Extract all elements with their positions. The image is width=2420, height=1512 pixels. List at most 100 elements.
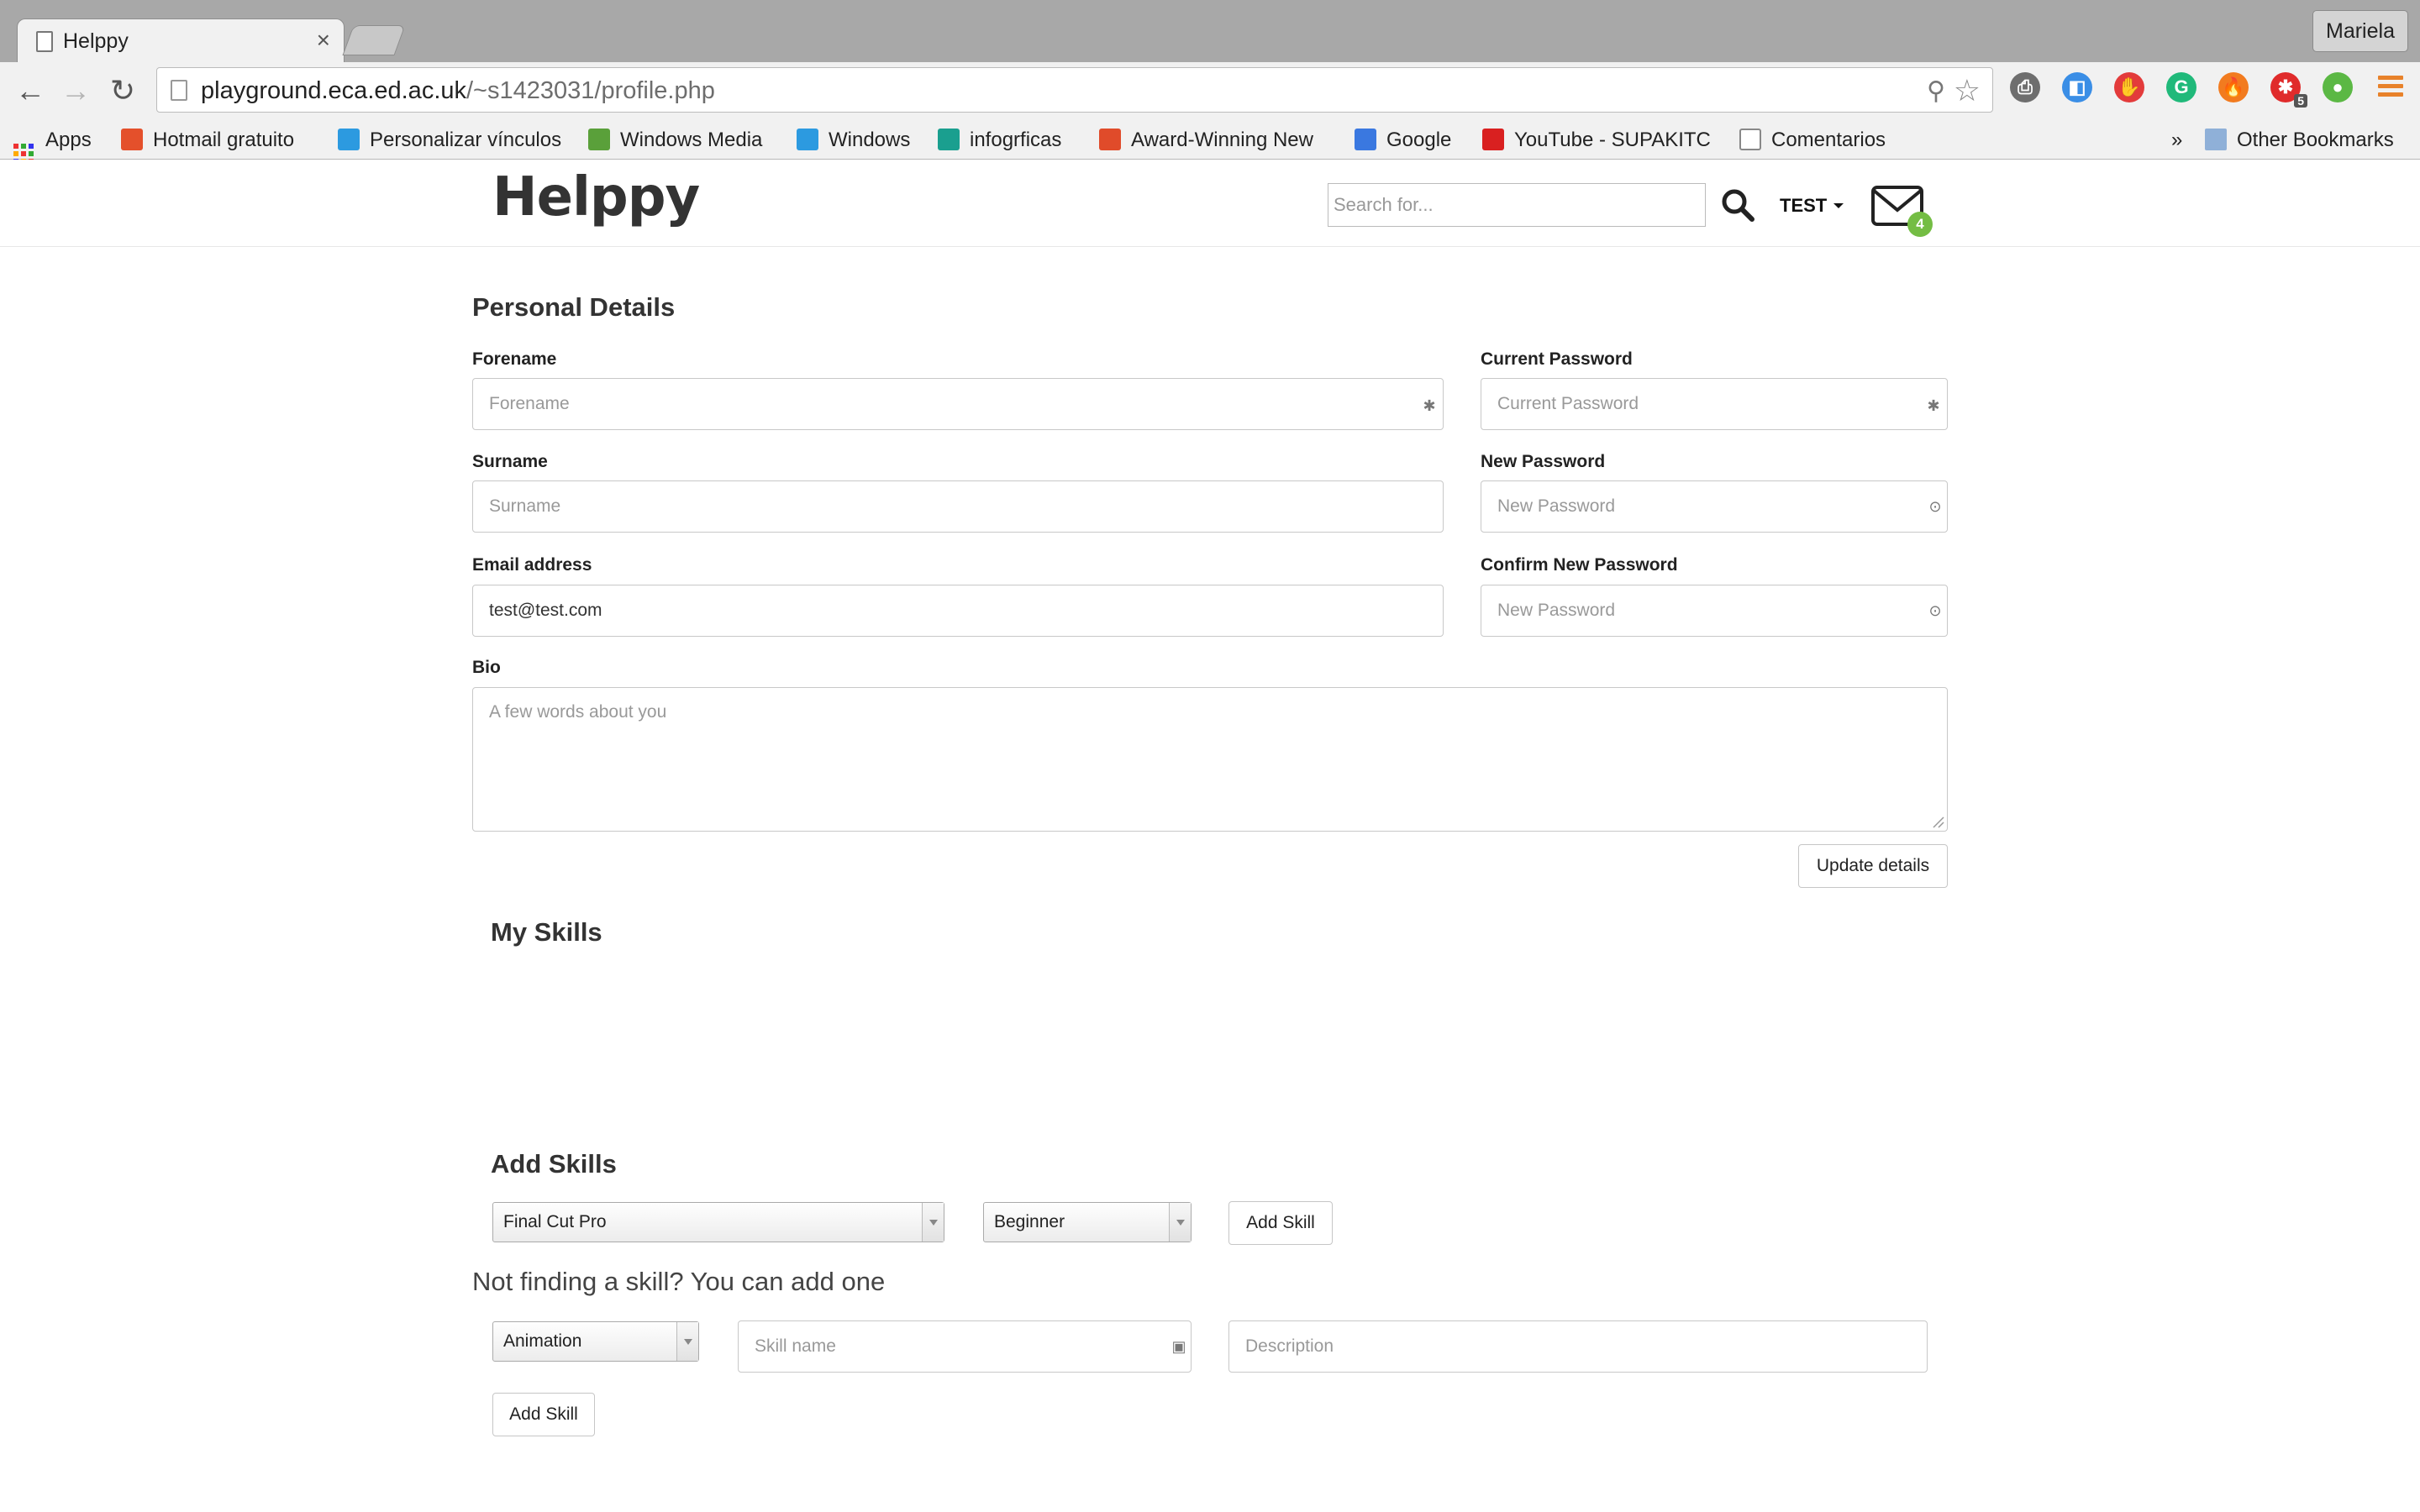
windows-flag-icon xyxy=(338,129,360,150)
forename-field[interactable] xyxy=(472,378,1444,430)
reload-icon[interactable]: ↻ xyxy=(104,72,141,109)
surname-field[interactable] xyxy=(472,480,1444,533)
windows-flag-icon xyxy=(797,129,818,150)
bookmark-label: Google xyxy=(1386,129,1452,151)
url-text[interactable]: playground.eca.ed.ac.uk/~s1423031/profil… xyxy=(201,77,715,105)
add-new-skill-button[interactable]: Add Skill xyxy=(492,1393,595,1436)
search-input[interactable] xyxy=(1328,183,1706,227)
flame-extension-icon[interactable]: 🔥 xyxy=(2218,72,2249,102)
bookmark-item[interactable]: Hotmail gratuito xyxy=(121,126,294,155)
skill-name-input[interactable] xyxy=(738,1320,1192,1373)
email-field[interactable] xyxy=(472,585,1444,637)
delicious-extension-icon[interactable]: ◧ xyxy=(2062,72,2092,102)
search-icon[interactable] xyxy=(1719,186,1756,223)
bio-textarea[interactable] xyxy=(472,687,1948,832)
bookmark-item[interactable]: Google xyxy=(1355,126,1451,155)
level-select[interactable]: Beginner xyxy=(983,1202,1192,1242)
address-bar[interactable]: playground.eca.ed.ac.uk/~s1423031/profil… xyxy=(156,67,1993,113)
extension-badge: 5 xyxy=(2294,94,2307,108)
new-password-label: New Password xyxy=(1481,452,1606,471)
update-details-button[interactable]: Update details xyxy=(1798,844,1948,888)
page-icon xyxy=(171,80,187,101)
bookmark-label: Comentarios xyxy=(1771,129,1886,151)
site-logo[interactable]: Helppy xyxy=(492,166,700,228)
add-skills-title: Add Skills xyxy=(491,1149,617,1179)
bookmarks-overflow-chevron-icon[interactable]: » xyxy=(2171,126,2182,155)
other-bookmarks[interactable]: Other Bookmarks xyxy=(2205,126,2394,155)
chevron-down-icon xyxy=(922,1203,944,1242)
back-arrow-icon[interactable]: ← xyxy=(12,72,49,109)
category-select[interactable]: Animation xyxy=(492,1321,699,1362)
adblock-extension-icon[interactable]: ✋ xyxy=(2114,72,2144,102)
contact-card-icon[interactable]: ▣ xyxy=(1170,1337,1188,1356)
profile-button[interactable]: Mariela xyxy=(2312,10,2408,52)
zoom-icon[interactable]: ⚲ xyxy=(1927,76,1945,106)
tab-title: Helppy xyxy=(63,29,129,53)
menu-icon[interactable] xyxy=(2378,76,2403,101)
page-icon xyxy=(36,31,53,52)
bookmark-label: Windows Media xyxy=(620,129,763,151)
other-bookmarks-label: Other Bookmarks xyxy=(2237,129,2394,151)
new-password-field[interactable] xyxy=(1481,480,1948,533)
confirm-password-label: Confirm New Password xyxy=(1481,555,1678,575)
mail-count-badge: 4 xyxy=(1907,212,1933,237)
bookmark-label: Windows xyxy=(829,129,911,151)
grammarly-extension-icon[interactable]: G xyxy=(2166,72,2196,102)
password-generator-icon[interactable]: ⊙ xyxy=(1926,497,1944,516)
browser-tab-active[interactable]: Helppy × xyxy=(17,18,345,62)
bookmark-item[interactable]: Personalizar vínculos xyxy=(338,126,561,155)
email-label: Email address xyxy=(472,555,592,575)
surname-label: Surname xyxy=(472,452,548,471)
bookmark-item[interactable]: Apps xyxy=(13,126,92,164)
bookmark-label: Personalizar vínculos xyxy=(370,129,562,151)
bio-label: Bio xyxy=(472,658,501,677)
new-tab-button[interactable] xyxy=(342,25,406,55)
skill-select-value: Final Cut Pro xyxy=(503,1212,607,1231)
chevron-down-icon xyxy=(676,1322,698,1361)
add-skill-hint: Not finding a skill? You can add one xyxy=(472,1267,886,1296)
browser-tabstrip: Helppy × Mariela xyxy=(0,0,2420,62)
current-password-field[interactable] xyxy=(1481,378,1948,430)
folder-icon xyxy=(2205,129,2227,150)
bookmark-label: Apps xyxy=(45,129,92,151)
description-input[interactable] xyxy=(1228,1320,1928,1373)
close-icon[interactable]: × xyxy=(317,27,330,54)
evernote-extension-icon[interactable]: ● xyxy=(2323,72,2353,102)
youtube-icon xyxy=(1482,129,1504,150)
red-asterisk-extension-icon[interactable]: ✱ 5 xyxy=(2270,72,2307,108)
forename-label: Forename xyxy=(472,349,557,369)
browser-toolbar: ← → ↻ playground.eca.ed.ac.uk/~s1423031/… xyxy=(0,62,2420,121)
url-path: /~s1423031/profile.php xyxy=(466,77,715,104)
bookmark-item[interactable]: infogrficas xyxy=(938,126,1061,155)
chevron-down-icon xyxy=(1169,1203,1191,1242)
bookmark-item[interactable]: Windows xyxy=(797,126,910,155)
category-select-value: Animation xyxy=(503,1331,582,1351)
bookmark-item[interactable]: Award-Winning New xyxy=(1099,126,1313,155)
bookmark-label: infogrficas xyxy=(970,129,1062,151)
page-icon xyxy=(1739,129,1761,150)
printer-extension-icon[interactable]: ⎙ xyxy=(2010,72,2040,102)
my-skills-title: My Skills xyxy=(491,917,602,947)
bookmark-item[interactable]: YouTube - SUPAKITC xyxy=(1482,126,1711,155)
scribd-icon xyxy=(1099,129,1121,150)
bookmark-item[interactable]: Windows Media xyxy=(588,126,762,155)
level-select-value: Beginner xyxy=(994,1212,1065,1231)
site-header: Helppy TEST 4 xyxy=(0,160,2420,247)
skill-select[interactable]: Final Cut Pro xyxy=(492,1202,944,1242)
autofill-key-icon[interactable]: ✱ xyxy=(1924,396,1943,415)
resize-handle-icon[interactable] xyxy=(1931,815,1944,828)
add-skill-button[interactable]: Add Skill xyxy=(1228,1201,1333,1245)
bookmark-label: YouTube - SUPAKITC xyxy=(1514,129,1711,151)
user-dropdown[interactable]: TEST xyxy=(1780,195,1844,217)
user-name: TEST xyxy=(1780,195,1828,216)
google-icon xyxy=(1355,129,1376,150)
current-password-label: Current Password xyxy=(1481,349,1633,369)
caret-down-icon xyxy=(1833,203,1844,208)
bookmark-item[interactable]: Comentarios xyxy=(1739,126,1886,155)
bookmark-star-icon[interactable]: ☆ xyxy=(1954,73,1981,108)
confirm-password-field[interactable] xyxy=(1481,585,1948,637)
autofill-key-icon[interactable]: ✱ xyxy=(1420,396,1439,415)
windows-xp-flag-icon xyxy=(588,129,610,150)
password-generator-icon[interactable]: ⊙ xyxy=(1926,601,1944,620)
forward-arrow-icon[interactable]: → xyxy=(57,72,94,109)
